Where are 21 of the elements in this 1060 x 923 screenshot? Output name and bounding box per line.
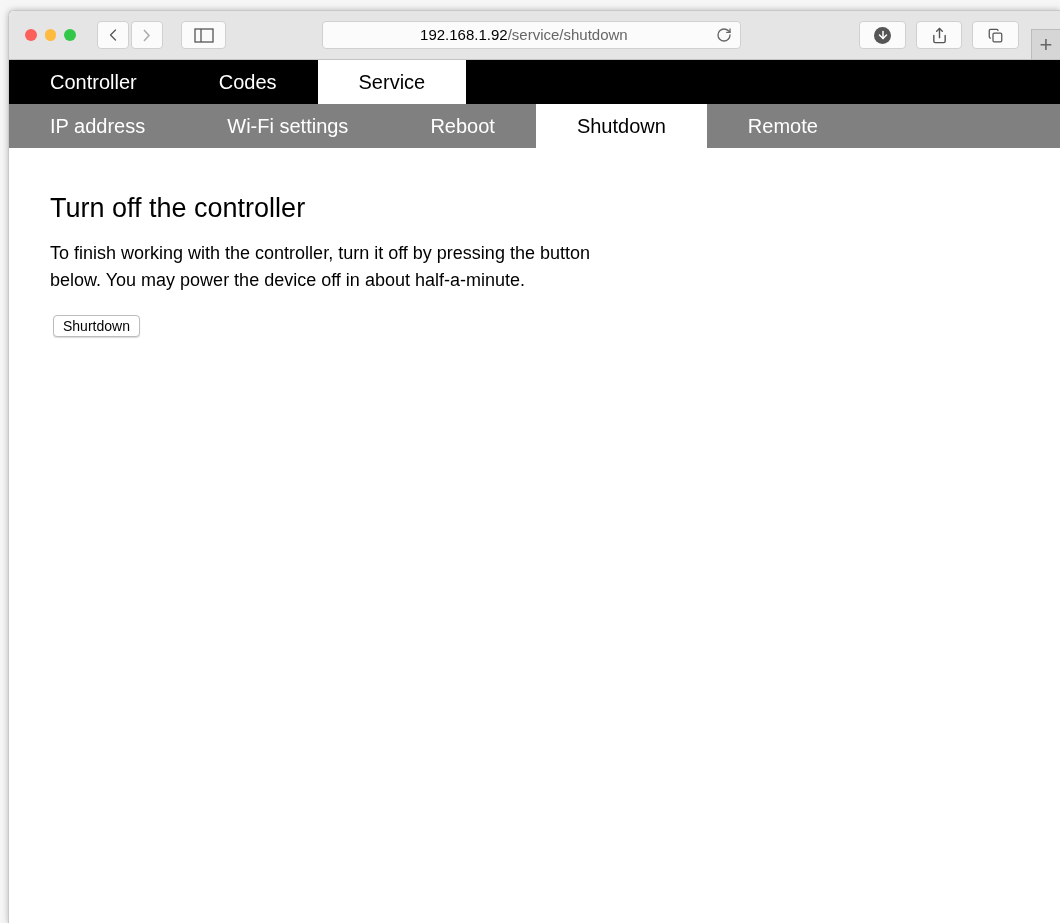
nav-tab[interactable]: Service [317, 60, 467, 104]
sidebar-button[interactable] [180, 21, 227, 49]
forward-icon [143, 28, 151, 42]
sidebar-icon [193, 27, 214, 43]
close-button[interactable] [25, 29, 37, 41]
share-icon [930, 26, 948, 44]
new-tab-button[interactable]: + [1030, 29, 1060, 59]
tabs-button[interactable] [972, 21, 1019, 49]
url-path: /service/shutdown [507, 25, 628, 43]
share-button[interactable] [915, 21, 963, 49]
download-button[interactable] [859, 21, 906, 49]
address-bar[interactable]: 192.168.1.92/service/shutdown [322, 21, 742, 49]
shutdown-button[interactable]: Shurtdown [53, 315, 140, 337]
reload-icon[interactable] [716, 27, 733, 43]
tabs-icon [988, 27, 1004, 43]
page-heading: Turn off the controller [50, 192, 307, 224]
sub-tab[interactable]: Shutdown [535, 104, 707, 148]
url-host: 192.168.1.92 [420, 25, 508, 43]
back-button[interactable] [96, 21, 129, 49]
description: To finish working with the controller, turn it off by pressing the button below. You may power the device off in about half-a-minute. [50, 242, 591, 292]
download-icon [874, 26, 892, 44]
